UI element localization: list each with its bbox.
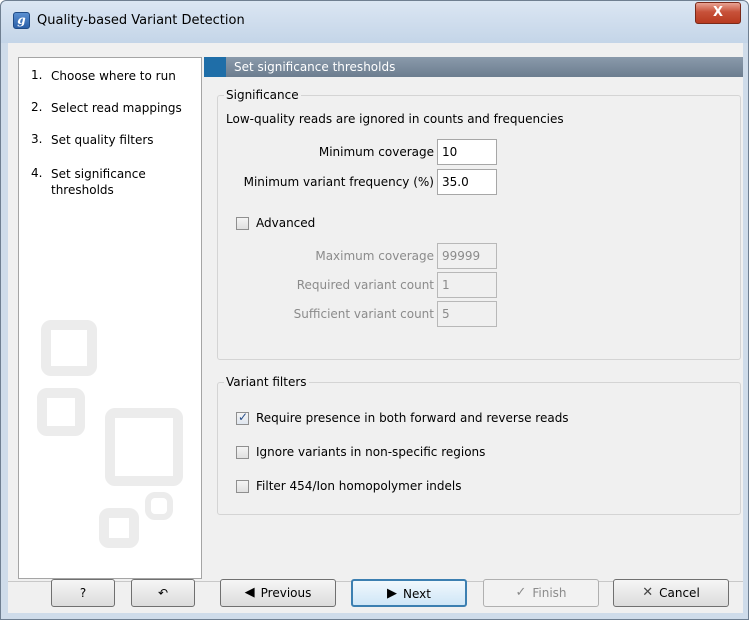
significance-description: Low-quality reads are ignored in counts … <box>226 112 564 126</box>
settings-panel: Set significance thresholds Significance… <box>204 57 743 579</box>
variant-filters-group: Variant filters ✓ Require presence in bo… <box>217 375 741 515</box>
step-label: Choose where to run <box>51 69 176 83</box>
min-coverage-label: Minimum coverage <box>318 145 434 159</box>
finish-button[interactable]: ✓ Finish <box>483 579 599 607</box>
header-accent-block <box>204 57 226 77</box>
require-both-strands-checkbox[interactable]: ✓ <box>236 410 249 425</box>
filter-homopolymer-checkbox[interactable] <box>236 480 249 493</box>
dialog-window: g Quality-based Variant Detection X 1. C… <box>0 0 749 620</box>
step-number: 4. <box>31 166 43 180</box>
checkmark-icon: ✓ <box>515 585 527 600</box>
min-variant-frequency-input[interactable] <box>437 169 497 195</box>
checkmark-icon: ✓ <box>238 410 249 424</box>
require-both-strands-row[interactable]: ✓ Require presence in both forward and r… <box>236 410 616 428</box>
step-label: Set significance thresholds <box>51 167 146 197</box>
cancel-label: Cancel <box>659 586 700 600</box>
wizard-steps-list: 1. Choose where to run 2. Select read ma… <box>18 57 202 579</box>
window-title: Quality-based Variant Detection <box>37 13 245 28</box>
watermark-square-shape <box>37 388 85 436</box>
ignore-non-specific-checkbox[interactable] <box>236 446 249 459</box>
ignore-non-specific-label: Ignore variants in non-specific regions <box>256 445 486 459</box>
help-icon: ? <box>79 586 87 600</box>
panel-header: Set significance thresholds <box>204 57 743 77</box>
step-number: 1. <box>31 68 43 82</box>
min-variant-frequency-label: Minimum variant frequency (%) <box>243 175 434 189</box>
reset-button[interactable]: ↶ <box>131 579 195 607</box>
max-coverage-input[interactable] <box>437 243 497 269</box>
help-button[interactable]: ? <box>51 579 115 607</box>
significance-group-title: Significance <box>224 88 301 102</box>
required-variant-count-label: Required variant count <box>296 278 434 292</box>
sufficient-variant-count-input[interactable] <box>437 301 497 327</box>
cancel-x-icon: ✕ <box>642 585 654 600</box>
reset-icon: ↶ <box>157 586 169 600</box>
next-button[interactable]: ▶ Next <box>351 579 467 607</box>
dialog-body: 1. Choose where to run 2. Select read ma… <box>8 43 743 613</box>
step-number: 3. <box>31 132 43 146</box>
step-number: 2. <box>31 100 43 114</box>
advanced-label: Advanced <box>256 216 316 230</box>
cancel-button[interactable]: ✕ Cancel <box>613 579 729 607</box>
step-label: Select read mappings <box>51 101 182 115</box>
required-variant-count-input[interactable] <box>437 272 497 298</box>
filter-homopolymer-label: Filter 454/Ion homopolymer indels <box>256 479 462 493</box>
previous-label: Previous <box>260 586 312 600</box>
ignore-non-specific-row[interactable]: Ignore variants in non-specific regions <box>236 445 536 462</box>
step-label: Set quality filters <box>51 133 154 147</box>
app-logo-icon: g <box>13 12 30 29</box>
max-coverage-label: Maximum coverage <box>315 249 434 263</box>
require-both-strands-label: Require presence in both forward and rev… <box>256 411 569 425</box>
advanced-checkbox-row[interactable]: Advanced <box>236 216 386 233</box>
watermark-square-shape <box>145 492 173 520</box>
variant-filters-group-title: Variant filters <box>224 375 309 389</box>
next-label: Next <box>403 587 431 601</box>
filter-homopolymer-row[interactable]: Filter 454/Ion homopolymer indels <box>236 479 496 496</box>
close-button[interactable]: X <box>695 2 741 24</box>
previous-button[interactable]: ◀ Previous <box>220 579 336 607</box>
watermark-square-shape <box>105 408 183 486</box>
arrow-left-icon: ◀ <box>244 585 255 600</box>
arrow-right-icon: ▶ <box>387 586 398 601</box>
watermark-square-shape <box>99 508 139 548</box>
sufficient-variant-count-label: Sufficient variant count <box>293 307 434 321</box>
advanced-checkbox[interactable] <box>236 217 249 230</box>
panel-header-title: Set significance thresholds <box>234 60 396 74</box>
finish-label: Finish <box>532 586 567 600</box>
watermark-square-shape <box>41 320 97 376</box>
min-coverage-input[interactable] <box>437 139 497 165</box>
title-bar: g Quality-based Variant Detection X <box>1 1 748 43</box>
significance-group: Significance Low-quality reads are ignor… <box>217 88 741 360</box>
